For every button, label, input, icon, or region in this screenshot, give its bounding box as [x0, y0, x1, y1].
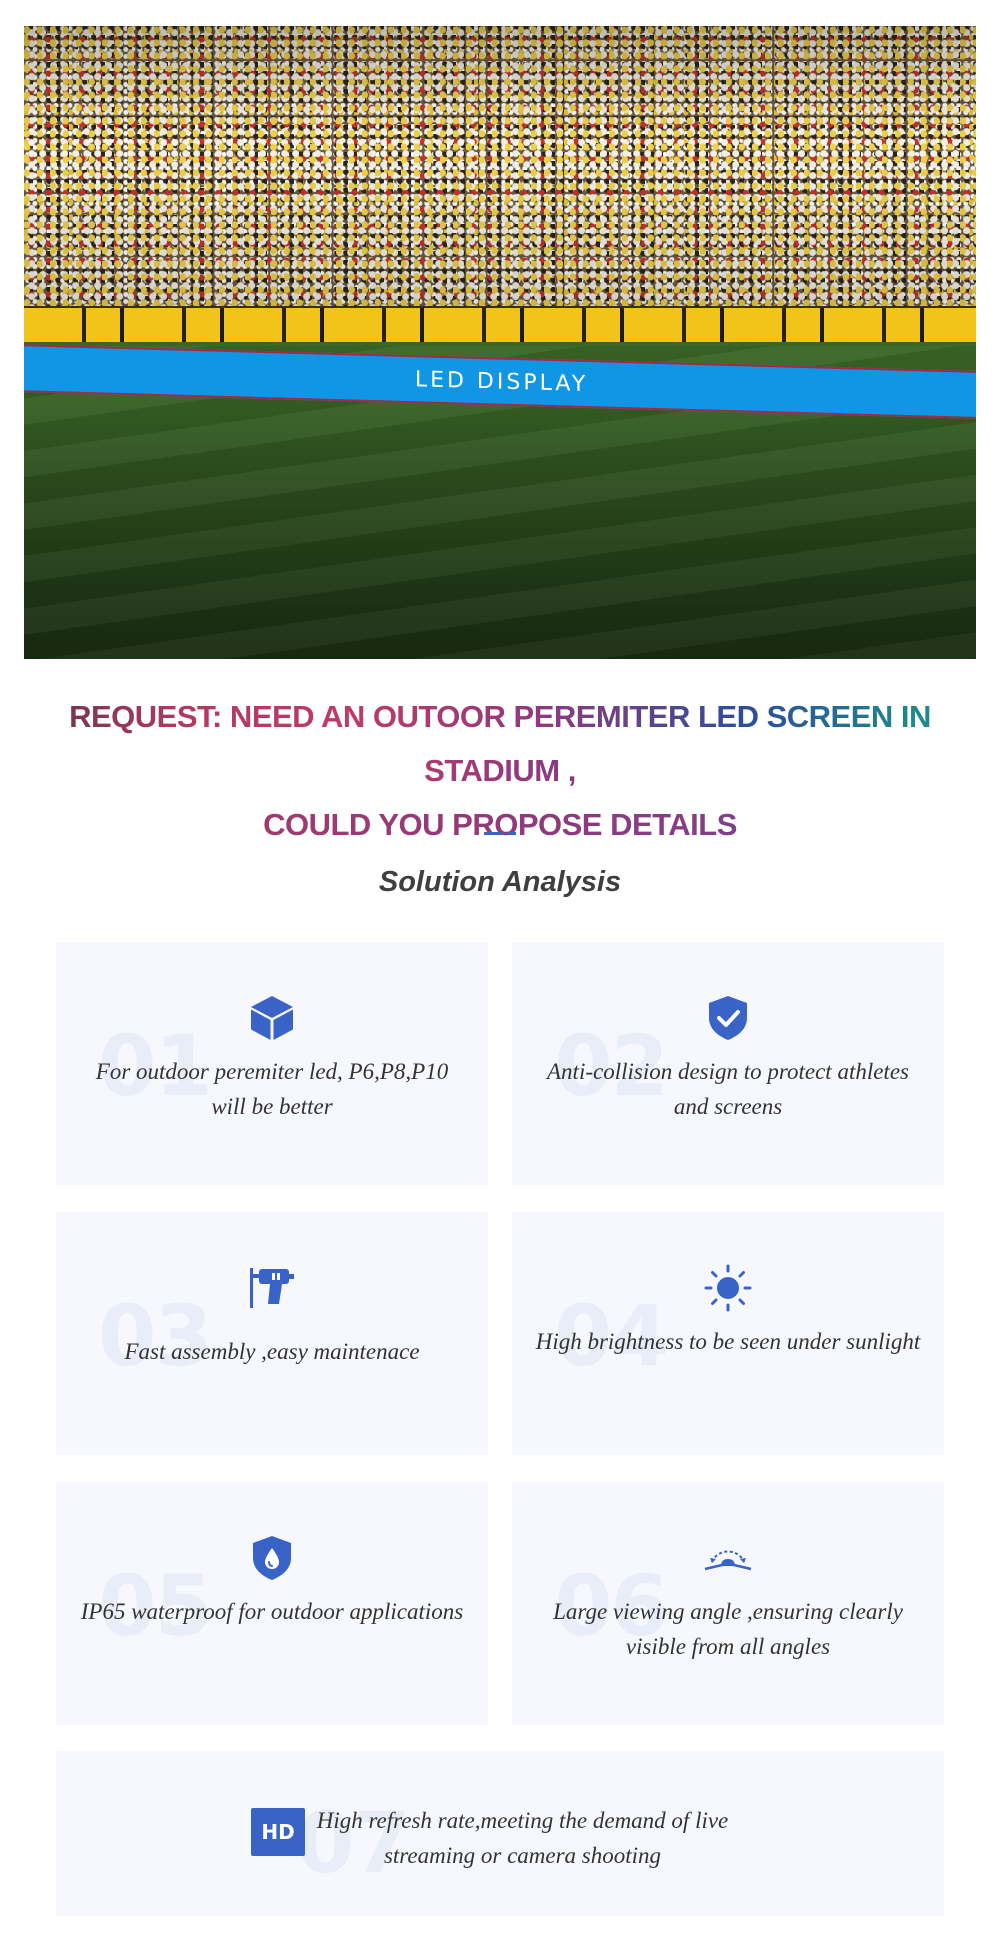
card-text: Fast assembly ,easy maintenace: [124, 1339, 420, 1364]
solution-card-07: 07 HD High refresh rate,meeting the dema…: [56, 1751, 944, 1916]
card-text: IP65 waterproof for outdoor applications: [80, 1599, 464, 1624]
perimeter-boards: [24, 306, 976, 342]
drill-icon: [250, 1268, 294, 1308]
sun-icon: [704, 1264, 752, 1312]
card-text: For outdoor peremiter led, P6,P8,P10 wil…: [95, 1059, 449, 1119]
viewing-angle-icon: [704, 1550, 752, 1571]
solution-card-06: 06 Large viewing angle ,ensuring clearly…: [512, 1482, 944, 1725]
led-display-label: LED DISPLAY: [414, 366, 589, 397]
solution-card-02: 02 Anti-collision design to protect athl…: [512, 942, 944, 1185]
card-text: Large viewing angle ,ensuring clearly vi…: [553, 1599, 903, 1659]
hd-icon: HD: [251, 1808, 305, 1856]
solution-card-05: 05 IP65 waterproof for outdoor applicati…: [56, 1482, 488, 1725]
solution-card-01: 01 For outdoor peremiter led, P6,P8,P10 …: [56, 942, 488, 1185]
headline-line-2: COULD YOU PROPOSE DETAILS: [0, 798, 1000, 852]
solution-card-04: 04 High brightness to be seen under sunl…: [512, 1212, 944, 1455]
shield-check-icon: [709, 996, 747, 1040]
request-headline: REQUEST: NEED AN OUTOOR PEREMITER LED SC…: [0, 690, 1000, 852]
solution-card-03: 03 Fast assembly ,easy maintenace: [56, 1212, 488, 1455]
card-text: High brightness to be seen under sunligh…: [535, 1329, 921, 1354]
cube-icon: [251, 996, 293, 1040]
card-text: Anti-collision design to protect athlete…: [547, 1059, 909, 1119]
section-subtitle: Solution Analysis: [378, 866, 622, 898]
hd-icon-label: HD: [261, 1820, 294, 1844]
card-text: High refresh rate,meeting the demand of …: [316, 1808, 729, 1868]
hero-image: LED DISPLAY: [24, 26, 976, 659]
water-drop-shield-icon: [253, 1536, 291, 1580]
headline-line-1: REQUEST: NEED AN OUTOOR PEREMITER LED SC…: [0, 690, 1000, 798]
section-divider: [484, 832, 516, 835]
